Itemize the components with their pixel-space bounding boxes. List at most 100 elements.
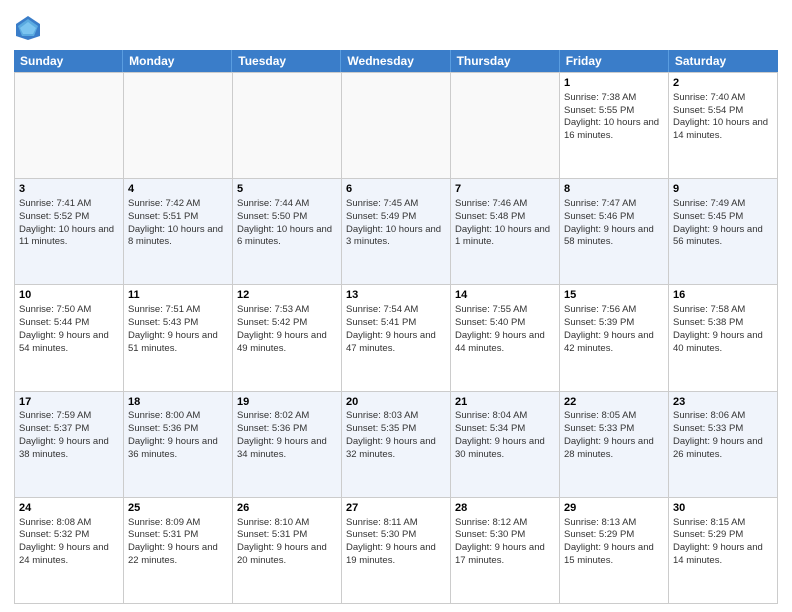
day-number: 14 bbox=[455, 288, 555, 303]
calendar-cell-empty bbox=[342, 73, 451, 179]
day-info: Sunrise: 7:53 AMSunset: 5:42 PMDaylight:… bbox=[237, 304, 327, 353]
calendar-cell: 5Sunrise: 7:44 AMSunset: 5:50 PMDaylight… bbox=[233, 179, 342, 285]
calendar-body: 1Sunrise: 7:38 AMSunset: 5:55 PMDaylight… bbox=[14, 72, 778, 604]
day-number: 2 bbox=[673, 76, 773, 91]
calendar-cell: 22Sunrise: 8:05 AMSunset: 5:33 PMDayligh… bbox=[560, 392, 669, 498]
calendar-cell-empty bbox=[15, 73, 124, 179]
calendar-cell: 28Sunrise: 8:12 AMSunset: 5:30 PMDayligh… bbox=[451, 498, 560, 604]
calendar-cell: 29Sunrise: 8:13 AMSunset: 5:29 PMDayligh… bbox=[560, 498, 669, 604]
calendar-header-cell: Sunday bbox=[14, 50, 123, 72]
logo-icon bbox=[14, 14, 42, 42]
calendar-cell-empty bbox=[233, 73, 342, 179]
calendar-header-cell: Friday bbox=[560, 50, 669, 72]
day-info: Sunrise: 8:02 AMSunset: 5:36 PMDaylight:… bbox=[237, 410, 327, 459]
day-info: Sunrise: 7:41 AMSunset: 5:52 PMDaylight:… bbox=[19, 198, 114, 247]
day-info: Sunrise: 7:42 AMSunset: 5:51 PMDaylight:… bbox=[128, 198, 223, 247]
page: SundayMondayTuesdayWednesdayThursdayFrid… bbox=[0, 0, 792, 612]
calendar-cell-empty bbox=[451, 73, 560, 179]
day-number: 7 bbox=[455, 182, 555, 197]
day-number: 8 bbox=[564, 182, 664, 197]
header bbox=[14, 10, 778, 42]
day-info: Sunrise: 8:12 AMSunset: 5:30 PMDaylight:… bbox=[455, 517, 545, 566]
calendar-cell: 13Sunrise: 7:54 AMSunset: 5:41 PMDayligh… bbox=[342, 285, 451, 391]
day-number: 15 bbox=[564, 288, 664, 303]
day-number: 10 bbox=[19, 288, 119, 303]
day-info: Sunrise: 8:04 AMSunset: 5:34 PMDaylight:… bbox=[455, 410, 545, 459]
day-info: Sunrise: 8:15 AMSunset: 5:29 PMDaylight:… bbox=[673, 517, 763, 566]
calendar-cell: 16Sunrise: 7:58 AMSunset: 5:38 PMDayligh… bbox=[669, 285, 778, 391]
calendar-header-cell: Monday bbox=[123, 50, 232, 72]
calendar-cell: 7Sunrise: 7:46 AMSunset: 5:48 PMDaylight… bbox=[451, 179, 560, 285]
day-info: Sunrise: 7:44 AMSunset: 5:50 PMDaylight:… bbox=[237, 198, 332, 247]
calendar-cell: 4Sunrise: 7:42 AMSunset: 5:51 PMDaylight… bbox=[124, 179, 233, 285]
day-number: 16 bbox=[673, 288, 773, 303]
logo bbox=[14, 14, 45, 42]
calendar-cell: 11Sunrise: 7:51 AMSunset: 5:43 PMDayligh… bbox=[124, 285, 233, 391]
day-info: Sunrise: 7:50 AMSunset: 5:44 PMDaylight:… bbox=[19, 304, 109, 353]
day-number: 12 bbox=[237, 288, 337, 303]
day-info: Sunrise: 8:03 AMSunset: 5:35 PMDaylight:… bbox=[346, 410, 436, 459]
calendar-cell-empty bbox=[124, 73, 233, 179]
day-number: 25 bbox=[128, 501, 228, 516]
day-number: 18 bbox=[128, 395, 228, 410]
day-number: 1 bbox=[564, 76, 664, 91]
day-number: 22 bbox=[564, 395, 664, 410]
day-number: 17 bbox=[19, 395, 119, 410]
day-number: 27 bbox=[346, 501, 446, 516]
calendar-cell: 26Sunrise: 8:10 AMSunset: 5:31 PMDayligh… bbox=[233, 498, 342, 604]
day-number: 4 bbox=[128, 182, 228, 197]
day-info: Sunrise: 7:40 AMSunset: 5:54 PMDaylight:… bbox=[673, 92, 768, 141]
day-info: Sunrise: 7:46 AMSunset: 5:48 PMDaylight:… bbox=[455, 198, 550, 247]
calendar-header-cell: Tuesday bbox=[232, 50, 341, 72]
day-info: Sunrise: 7:45 AMSunset: 5:49 PMDaylight:… bbox=[346, 198, 441, 247]
calendar-cell: 25Sunrise: 8:09 AMSunset: 5:31 PMDayligh… bbox=[124, 498, 233, 604]
day-info: Sunrise: 7:49 AMSunset: 5:45 PMDaylight:… bbox=[673, 198, 763, 247]
calendar-cell: 19Sunrise: 8:02 AMSunset: 5:36 PMDayligh… bbox=[233, 392, 342, 498]
day-info: Sunrise: 7:56 AMSunset: 5:39 PMDaylight:… bbox=[564, 304, 654, 353]
day-number: 9 bbox=[673, 182, 773, 197]
calendar: SundayMondayTuesdayWednesdayThursdayFrid… bbox=[14, 50, 778, 604]
day-info: Sunrise: 7:51 AMSunset: 5:43 PMDaylight:… bbox=[128, 304, 218, 353]
day-info: Sunrise: 8:11 AMSunset: 5:30 PMDaylight:… bbox=[346, 517, 436, 566]
calendar-cell: 1Sunrise: 7:38 AMSunset: 5:55 PMDaylight… bbox=[560, 73, 669, 179]
day-number: 26 bbox=[237, 501, 337, 516]
day-number: 5 bbox=[237, 182, 337, 197]
day-info: Sunrise: 8:13 AMSunset: 5:29 PMDaylight:… bbox=[564, 517, 654, 566]
calendar-cell: 27Sunrise: 8:11 AMSunset: 5:30 PMDayligh… bbox=[342, 498, 451, 604]
day-info: Sunrise: 8:09 AMSunset: 5:31 PMDaylight:… bbox=[128, 517, 218, 566]
calendar-header-cell: Saturday bbox=[669, 50, 778, 72]
day-number: 11 bbox=[128, 288, 228, 303]
calendar-cell: 23Sunrise: 8:06 AMSunset: 5:33 PMDayligh… bbox=[669, 392, 778, 498]
day-info: Sunrise: 7:59 AMSunset: 5:37 PMDaylight:… bbox=[19, 410, 109, 459]
day-info: Sunrise: 8:08 AMSunset: 5:32 PMDaylight:… bbox=[19, 517, 109, 566]
calendar-cell: 20Sunrise: 8:03 AMSunset: 5:35 PMDayligh… bbox=[342, 392, 451, 498]
calendar-cell: 17Sunrise: 7:59 AMSunset: 5:37 PMDayligh… bbox=[15, 392, 124, 498]
calendar-header-cell: Wednesday bbox=[341, 50, 450, 72]
calendar-cell: 18Sunrise: 8:00 AMSunset: 5:36 PMDayligh… bbox=[124, 392, 233, 498]
calendar-cell: 14Sunrise: 7:55 AMSunset: 5:40 PMDayligh… bbox=[451, 285, 560, 391]
calendar-header: SundayMondayTuesdayWednesdayThursdayFrid… bbox=[14, 50, 778, 72]
calendar-cell: 30Sunrise: 8:15 AMSunset: 5:29 PMDayligh… bbox=[669, 498, 778, 604]
day-number: 19 bbox=[237, 395, 337, 410]
day-number: 3 bbox=[19, 182, 119, 197]
day-number: 13 bbox=[346, 288, 446, 303]
day-info: Sunrise: 7:54 AMSunset: 5:41 PMDaylight:… bbox=[346, 304, 436, 353]
day-number: 28 bbox=[455, 501, 555, 516]
day-info: Sunrise: 7:47 AMSunset: 5:46 PMDaylight:… bbox=[564, 198, 654, 247]
day-number: 6 bbox=[346, 182, 446, 197]
day-number: 20 bbox=[346, 395, 446, 410]
day-number: 23 bbox=[673, 395, 773, 410]
calendar-cell: 3Sunrise: 7:41 AMSunset: 5:52 PMDaylight… bbox=[15, 179, 124, 285]
day-info: Sunrise: 8:00 AMSunset: 5:36 PMDaylight:… bbox=[128, 410, 218, 459]
calendar-cell: 12Sunrise: 7:53 AMSunset: 5:42 PMDayligh… bbox=[233, 285, 342, 391]
day-number: 30 bbox=[673, 501, 773, 516]
calendar-cell: 10Sunrise: 7:50 AMSunset: 5:44 PMDayligh… bbox=[15, 285, 124, 391]
calendar-cell: 24Sunrise: 8:08 AMSunset: 5:32 PMDayligh… bbox=[15, 498, 124, 604]
calendar-cell: 6Sunrise: 7:45 AMSunset: 5:49 PMDaylight… bbox=[342, 179, 451, 285]
calendar-cell: 21Sunrise: 8:04 AMSunset: 5:34 PMDayligh… bbox=[451, 392, 560, 498]
day-number: 21 bbox=[455, 395, 555, 410]
day-info: Sunrise: 7:58 AMSunset: 5:38 PMDaylight:… bbox=[673, 304, 763, 353]
calendar-header-cell: Thursday bbox=[451, 50, 560, 72]
day-info: Sunrise: 8:05 AMSunset: 5:33 PMDaylight:… bbox=[564, 410, 654, 459]
calendar-cell: 15Sunrise: 7:56 AMSunset: 5:39 PMDayligh… bbox=[560, 285, 669, 391]
